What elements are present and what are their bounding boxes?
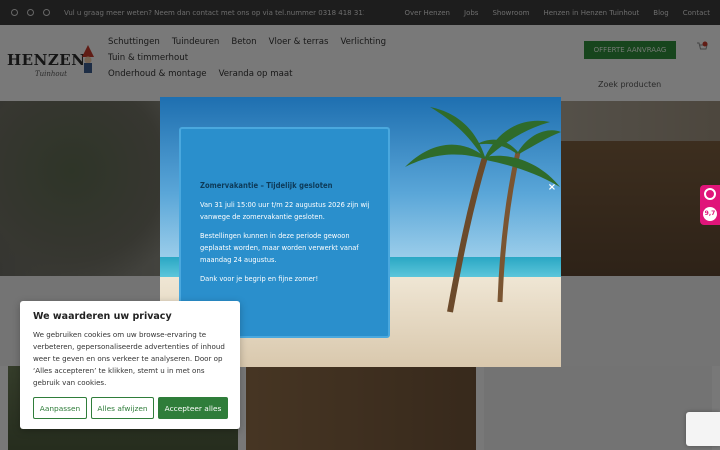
cookie-title: We waarderen uw privacy <box>33 311 172 322</box>
review-score: 9,7 <box>703 207 717 221</box>
notice-paragraph: Dank voor je begrip en fijne zomer! <box>200 274 319 283</box>
review-widget[interactable]: 9,7 <box>700 185 720 225</box>
close-icon[interactable]: × <box>546 182 558 194</box>
reject-all-button[interactable]: Alles afwijzen <box>91 397 154 419</box>
notice-title: Zomervakantie – Tijdelijk gesloten <box>200 181 333 190</box>
cookie-text: We gebruiken cookies om uw browse-ervari… <box>33 330 225 387</box>
notice-paragraph: Bestellingen kunnen in deze periode gewo… <box>200 231 359 264</box>
customize-button[interactable]: Aanpassen <box>33 397 87 419</box>
recaptcha-badge[interactable] <box>686 412 720 446</box>
palm-tree-image <box>405 107 561 313</box>
notice-paragraph: Van 31 juli 15:00 uur t/m 22 augustus 20… <box>200 200 370 221</box>
cookie-banner: We waarderen uw privacy We gebruiken coo… <box>20 301 240 429</box>
cookie-buttons: Aanpassen Alles afwijzen Accepteer alles <box>33 397 228 419</box>
review-logo-icon <box>704 188 716 200</box>
accept-all-button[interactable]: Accepteer alles <box>158 397 228 419</box>
